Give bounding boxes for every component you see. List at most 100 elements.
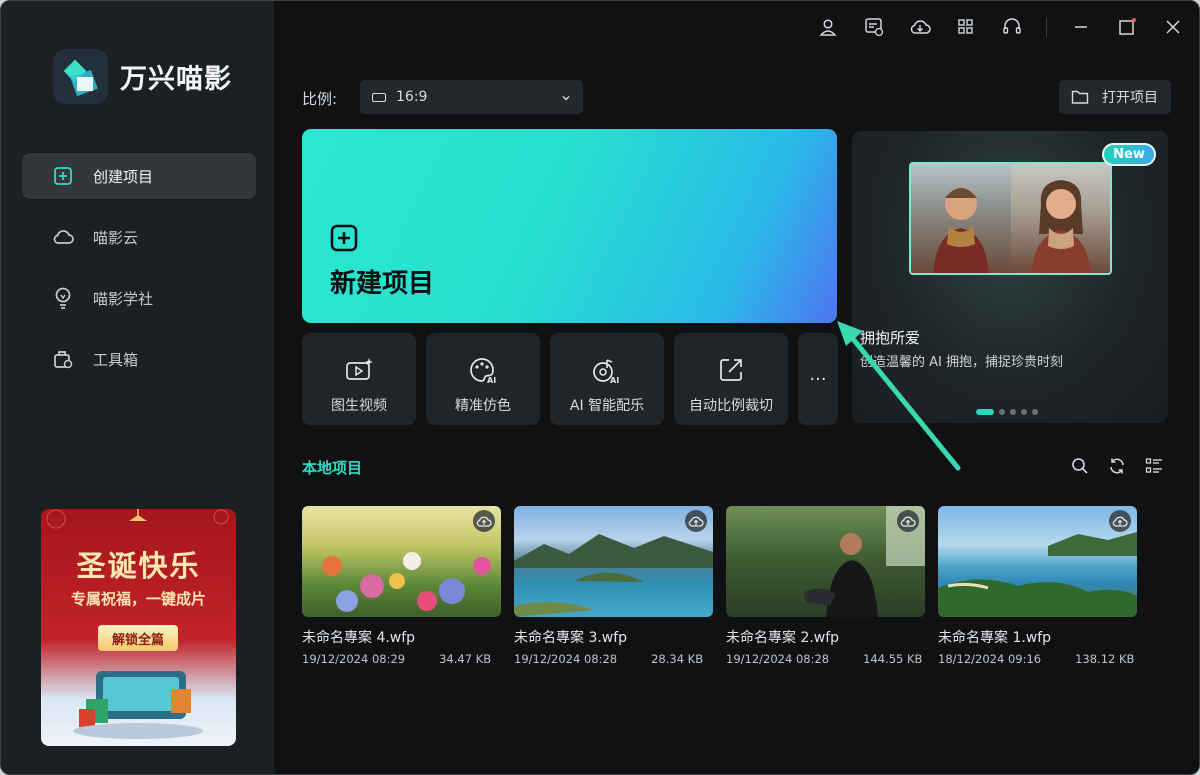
open-project-label: 打开项目 bbox=[1102, 90, 1158, 106]
local-projects-title: 本地项目 bbox=[302, 459, 363, 477]
app-name: 万兴喵影 bbox=[120, 64, 232, 95]
project-size: 144.55 KB bbox=[863, 652, 923, 666]
project-size: 28.34 KB bbox=[651, 652, 704, 666]
ratio-label: 比例: bbox=[302, 90, 338, 108]
palette-ai-icon: AI bbox=[468, 355, 498, 385]
project-date: 19/12/2024 08:29 bbox=[302, 652, 406, 666]
logo-icon bbox=[53, 49, 108, 104]
chevron-down-icon bbox=[561, 91, 571, 107]
cloud-sync-icon[interactable] bbox=[908, 15, 932, 39]
ratio-value: 16:9 bbox=[396, 89, 428, 105]
plus-square-icon bbox=[52, 165, 74, 187]
local-projects-toolbar bbox=[1070, 456, 1181, 476]
tool-label: 自动比例裁切 bbox=[689, 398, 773, 414]
apps-grid-icon[interactable] bbox=[954, 15, 978, 39]
carousel-dot[interactable] bbox=[1021, 409, 1027, 415]
promo-title: 圣诞快乐 bbox=[76, 549, 201, 583]
project-card[interactable]: 未命名專案 4.wfp 19/12/2024 08:29 34.47 KB bbox=[302, 506, 501, 666]
message-icon[interactable] bbox=[862, 15, 886, 39]
svg-text:AI: AI bbox=[487, 376, 496, 384]
project-date: 19/12/2024 08:28 bbox=[514, 652, 618, 666]
project-name: 未命名專案 1.wfp bbox=[938, 630, 1052, 646]
project-size: 34.47 KB bbox=[439, 652, 492, 666]
ratio-shape-icon bbox=[372, 92, 386, 102]
minimize-icon[interactable] bbox=[1069, 15, 1093, 39]
sidebar-item-label: 工具箱 bbox=[93, 350, 139, 369]
cloud-upload-icon[interactable] bbox=[897, 510, 919, 532]
svg-text:AI: AI bbox=[610, 376, 619, 384]
tool-label: 图生视频 bbox=[331, 398, 387, 414]
sidebar-item-label: 创建项目 bbox=[93, 167, 154, 186]
open-project-button[interactable]: 打开项目 bbox=[1059, 80, 1171, 114]
project-thumbnail-beach bbox=[938, 506, 1137, 617]
carousel-dots bbox=[976, 409, 1043, 415]
more-tools-button[interactable]: ··· bbox=[798, 333, 838, 425]
bulb-icon bbox=[52, 287, 74, 309]
project-name: 未命名專案 3.wfp bbox=[514, 630, 628, 646]
toolbox-icon bbox=[52, 348, 74, 370]
maximize-icon[interactable] bbox=[1115, 15, 1139, 39]
sidebar: 万兴喵影 创建项目 喵影云 喵影学社 工具箱 圣诞快乐 专属祝福，一键成片 解锁… bbox=[1, 1, 274, 774]
project-card[interactable]: 未命名專案 3.wfp 19/12/2024 08:28 28.34 KB bbox=[514, 506, 713, 666]
refresh-icon[interactable] bbox=[1107, 456, 1127, 476]
title-bar-divider bbox=[1046, 17, 1047, 37]
banner-title: 拥抱所爱 bbox=[860, 329, 921, 347]
christmas-promo-banner[interactable]: 圣诞快乐 专属祝福，一键成片 解锁全篇 bbox=[41, 509, 236, 746]
tool-color-match[interactable]: AI 精准仿色 bbox=[426, 333, 540, 425]
feature-banner-carousel[interactable]: New 拥抱所爱 创造温馨的 AI 拥抱，捕捉珍贵时刻 bbox=[852, 131, 1168, 423]
image-to-video-icon bbox=[344, 355, 374, 385]
tool-auto-crop[interactable]: 自动比例裁切 bbox=[674, 333, 788, 425]
auto-crop-icon bbox=[716, 355, 746, 385]
tool-ai-music[interactable]: AI AI 智能配乐 bbox=[550, 333, 664, 425]
main-area: 比例: 16:9 打开项目 新建项目 图生视频 AI 精准仿色 AI AI 智能… bbox=[274, 1, 1199, 774]
project-meta: 19/12/2024 08:28 144.55 KB bbox=[726, 652, 925, 666]
search-icon[interactable] bbox=[1070, 456, 1090, 476]
tool-label: AI 智能配乐 bbox=[569, 398, 645, 414]
sidebar-item-label: 喵影学社 bbox=[93, 289, 154, 308]
sidebar-nav: 创建项目 喵影云 喵影学社 工具箱 bbox=[22, 153, 256, 397]
promo-unlock-button[interactable]: 解锁全篇 bbox=[98, 625, 178, 651]
carousel-dot[interactable] bbox=[999, 409, 1005, 415]
banner-preview-image bbox=[909, 162, 1112, 275]
cloud-upload-icon[interactable] bbox=[1109, 510, 1131, 532]
sidebar-item-cloud[interactable]: 喵影云 bbox=[22, 214, 256, 260]
project-card[interactable]: 未命名專案 2.wfp 19/12/2024 08:28 144.55 KB bbox=[726, 506, 925, 666]
sidebar-item-label: 喵影云 bbox=[93, 228, 139, 247]
sidebar-item-create-project[interactable]: 创建项目 bbox=[22, 153, 256, 199]
folder-icon bbox=[1071, 89, 1089, 105]
tool-image-to-video[interactable]: 图生视频 bbox=[302, 333, 416, 425]
project-size: 138.12 KB bbox=[1075, 652, 1135, 666]
headset-icon[interactable] bbox=[1000, 15, 1024, 39]
new-project-card[interactable]: 新建项目 bbox=[302, 129, 837, 323]
project-name: 未命名專案 2.wfp bbox=[726, 630, 840, 646]
sidebar-item-academy[interactable]: 喵影学社 bbox=[22, 275, 256, 321]
new-project-label: 新建项目 bbox=[330, 269, 435, 299]
project-thumbnail-lake bbox=[514, 506, 713, 617]
quick-tools: 图生视频 AI 精准仿色 AI AI 智能配乐 自动比例裁切 ··· bbox=[302, 333, 848, 425]
plus-square-icon bbox=[330, 224, 358, 256]
project-thumbnail-forest bbox=[726, 506, 925, 617]
list-view-icon[interactable] bbox=[1144, 456, 1164, 476]
title-bar-controls bbox=[794, 15, 1185, 39]
carousel-dot[interactable] bbox=[1032, 409, 1038, 415]
app-window: 万兴喵影 创建项目 喵影云 喵影学社 工具箱 圣诞快乐 专属祝福，一键成片 解锁… bbox=[0, 0, 1200, 775]
cloud-upload-icon[interactable] bbox=[473, 510, 495, 532]
user-icon[interactable] bbox=[816, 15, 840, 39]
local-projects-list: 未命名專案 4.wfp 19/12/2024 08:29 34.47 KB 未命… bbox=[302, 506, 1150, 666]
sidebar-item-toolbox[interactable]: 工具箱 bbox=[22, 336, 256, 382]
project-meta: 18/12/2024 09:16 138.12 KB bbox=[938, 652, 1137, 666]
project-meta: 19/12/2024 08:29 34.47 KB bbox=[302, 652, 501, 666]
close-icon[interactable] bbox=[1161, 15, 1185, 39]
project-meta: 19/12/2024 08:28 28.34 KB bbox=[514, 652, 713, 666]
tool-label: 精准仿色 bbox=[455, 398, 511, 414]
carousel-dot[interactable] bbox=[1010, 409, 1016, 415]
app-logo: 万兴喵影 bbox=[53, 49, 232, 104]
banner-description: 创造温馨的 AI 拥抱，捕捉珍贵时刻 bbox=[860, 355, 1063, 370]
project-card[interactable]: 未命名專案 1.wfp 18/12/2024 09:16 138.12 KB bbox=[938, 506, 1137, 666]
project-date: 19/12/2024 08:28 bbox=[726, 652, 830, 666]
project-date: 18/12/2024 09:16 bbox=[938, 652, 1042, 666]
new-badge: New bbox=[1102, 143, 1156, 166]
carousel-dot[interactable] bbox=[976, 409, 994, 415]
ratio-dropdown[interactable]: 16:9 bbox=[360, 80, 583, 114]
cloud-upload-icon[interactable] bbox=[685, 510, 707, 532]
